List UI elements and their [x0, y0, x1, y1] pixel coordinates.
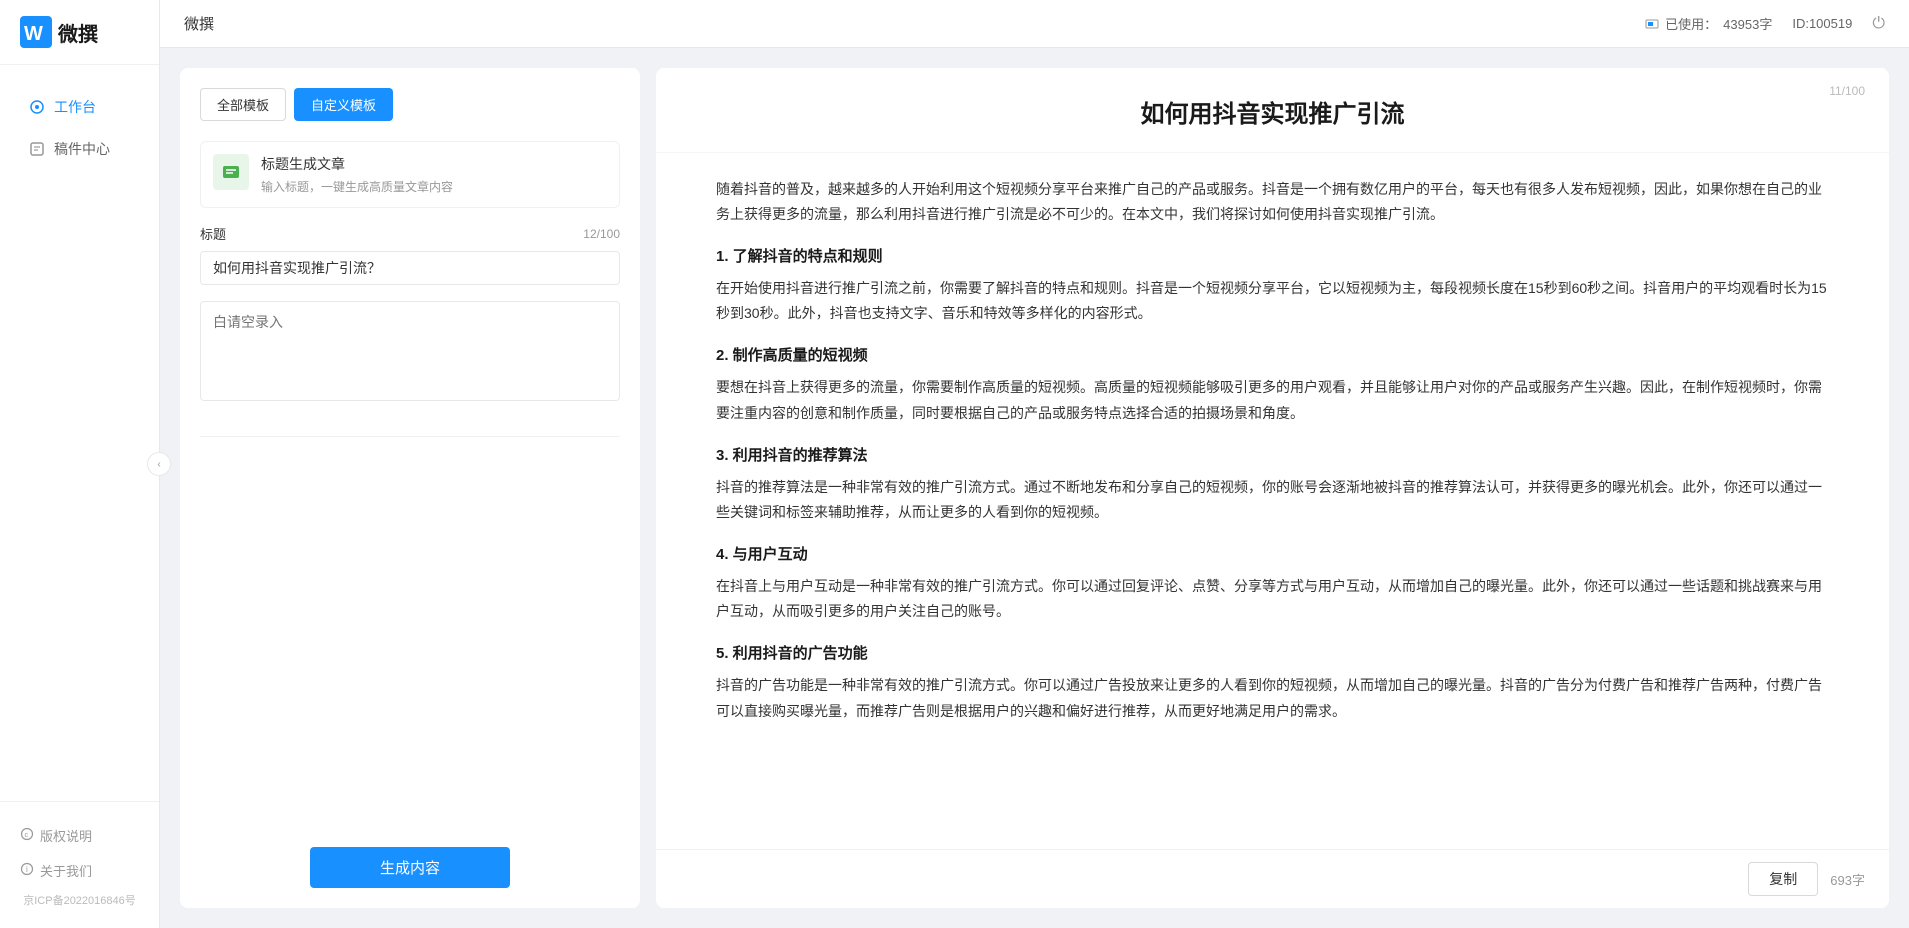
about-icon: i — [20, 862, 34, 879]
title-form-section: 标题 12/100 — [200, 224, 620, 285]
logo-area: W 微撰 — [0, 0, 159, 65]
tab-all-templates[interactable]: 全部模板 — [200, 88, 286, 121]
svg-text:i: i — [26, 865, 28, 874]
article-paragraph: 随着抖音的普及，越来越多的人开始利用这个短视频分享平台来推广自己的产品或服务。抖… — [716, 177, 1829, 227]
workbench-icon — [28, 98, 46, 116]
article-section-heading: 1. 了解抖音的特点和规则 — [716, 245, 1829, 266]
article-paragraph: 在抖音上与用户互动是一种非常有效的推广引流方式。你可以通过回复评论、点赞、分享等… — [716, 574, 1829, 624]
sidebar-nav: 工作台 稿件中心 — [0, 65, 159, 801]
template-card[interactable]: 标题生成文章 输入标题，一键生成高质量文章内容 — [200, 141, 620, 208]
id-label: ID: — [1792, 16, 1809, 31]
title-label-row: 标题 12/100 — [200, 224, 620, 243]
header-title: 微撰 — [184, 13, 214, 34]
article-section-heading: 2. 制作高质量的短视频 — [716, 344, 1829, 365]
article-section-heading: 4. 与用户互动 — [716, 543, 1829, 564]
title-input[interactable] — [200, 251, 620, 285]
article-section-heading: 3. 利用抖音的推荐算法 — [716, 444, 1829, 465]
tab-custom-templates[interactable]: 自定义模板 — [294, 88, 393, 121]
title-label: 标题 — [200, 224, 226, 243]
article-paragraph: 要想在抖音上获得更多的流量，你需要制作高质量的短视频。高质量的短视频能够吸引更多… — [716, 375, 1829, 425]
usage-label: 已使用： — [1665, 14, 1717, 33]
template-desc: 输入标题，一键生成高质量文章内容 — [261, 178, 607, 195]
article-body[interactable]: 随着抖音的普及，越来越多的人开始利用这个短视频分享平台来推广自己的产品或服务。抖… — [656, 153, 1889, 849]
drafts-label: 稿件中心 — [54, 139, 110, 159]
header-id: ID:100519 — [1792, 16, 1852, 31]
sidebar: W 微撰 工作台 稿件中心 — [0, 0, 160, 928]
logo-icon: W — [20, 16, 52, 48]
copyright-label: 版权说明 — [40, 826, 92, 845]
usage-icon — [1645, 17, 1659, 31]
workbench-label: 工作台 — [54, 97, 96, 117]
collapse-button[interactable]: ‹ — [147, 452, 171, 476]
word-count: 693字 — [1830, 870, 1865, 889]
tabs-row: 全部模板 自定义模板 — [200, 88, 620, 121]
generate-button[interactable]: 生成内容 — [310, 847, 510, 888]
copyright-icon: c — [20, 827, 34, 844]
header-usage: 已使用： 43953字 — [1645, 14, 1772, 33]
header: 微撰 已使用： 43953字 ID:100519 ⏻ — [160, 0, 1909, 48]
left-panel: 全部模板 自定义模板 标题生成文章 输入标题，一键生成高质量文章内容 — [180, 68, 640, 908]
article-paragraph: 在开始使用抖音进行推广引流之前，你需要了解抖音的特点和规则。抖音是一个短视频分享… — [716, 276, 1829, 326]
template-icon — [213, 154, 249, 190]
about-label: 关于我们 — [40, 861, 92, 880]
logo-text: 微撰 — [58, 18, 98, 47]
article-paragraph: 抖音的广告功能是一种非常有效的推广引流方式。你可以通过广告投放来让更多的人看到你… — [716, 673, 1829, 723]
template-name: 标题生成文章 — [261, 154, 607, 174]
sidebar-item-drafts[interactable]: 稿件中心 — [8, 129, 151, 169]
sidebar-item-workbench[interactable]: 工作台 — [8, 87, 151, 127]
header-right: 已使用： 43953字 ID:100519 ⏻ — [1645, 14, 1885, 33]
content-area: 全部模板 自定义模板 标题生成文章 输入标题，一键生成高质量文章内容 — [160, 48, 1909, 928]
title-char-count: 12/100 — [583, 227, 620, 241]
svg-text:W: W — [24, 23, 43, 45]
article-section-heading: 5. 利用抖音的广告功能 — [716, 642, 1829, 663]
template-info: 标题生成文章 输入标题，一键生成高质量文章内容 — [261, 154, 607, 195]
id-value: 100519 — [1809, 16, 1852, 31]
footer-item-about[interactable]: i 关于我们 — [8, 853, 151, 888]
textarea-form-section — [200, 301, 620, 404]
sidebar-footer: c 版权说明 i 关于我们 京ICP备2022016846号 — [0, 801, 159, 928]
drafts-icon — [28, 140, 46, 158]
article-title: 如何用抖音实现推广引流 — [716, 98, 1829, 132]
footer-item-copyright[interactable]: c 版权说明 — [8, 818, 151, 853]
form-divider — [200, 436, 620, 437]
svg-text:c: c — [25, 832, 29, 839]
article-header: 如何用抖音实现推广引流 11/100 — [656, 68, 1889, 153]
main-area: 微撰 已使用： 43953字 ID:100519 ⏻ 全部模板 自定义模板 — [160, 0, 1909, 928]
right-panel: 如何用抖音实现推广引流 11/100 随着抖音的普及，越来越多的人开始利用这个短… — [656, 68, 1889, 908]
article-paragraph: 抖音的推荐算法是一种非常有效的推广引流方式。通过不断地发布和分享自己的短视频，你… — [716, 475, 1829, 525]
article-footer: 复制 693字 — [656, 849, 1889, 908]
copy-button[interactable]: 复制 — [1748, 862, 1818, 896]
icp-text: 京ICP备2022016846号 — [8, 888, 151, 912]
content-textarea[interactable] — [200, 301, 620, 401]
power-button[interactable]: ⏻ — [1872, 15, 1885, 33]
usage-value: 43953字 — [1723, 14, 1772, 33]
article-page-info: 11/100 — [1829, 84, 1865, 98]
